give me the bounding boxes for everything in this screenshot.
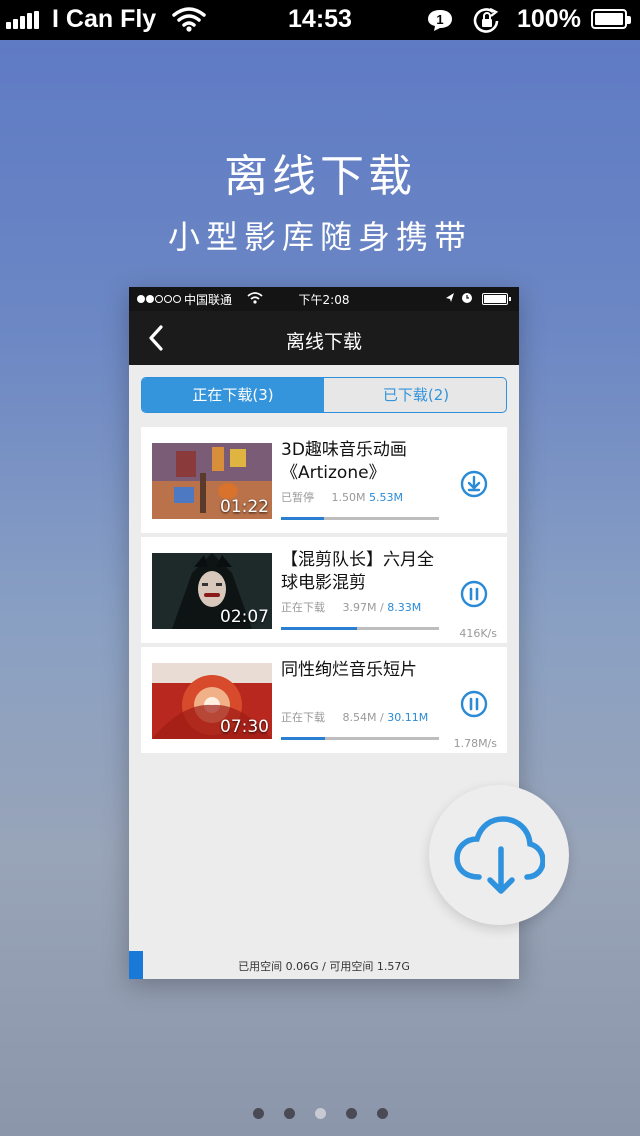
battery-percent: 100% bbox=[517, 5, 581, 33]
download-meta: 正在下载 3.97M / 8.33M bbox=[281, 599, 451, 615]
video-thumbnail: 07:30 bbox=[152, 663, 272, 739]
tab-downloading[interactable]: 正在下载(3) bbox=[142, 378, 324, 412]
storage-separator: / bbox=[322, 960, 326, 973]
download-status: 正在下载 bbox=[281, 711, 325, 724]
free-label: 可用空间 bbox=[329, 960, 374, 973]
phone-battery-icon bbox=[482, 293, 511, 305]
progress-fill bbox=[281, 737, 326, 740]
downloaded-size: 3.97M bbox=[342, 601, 377, 614]
list-item[interactable]: 02:07 【混剪队长】六月全球电影混剪 正在下载 3.97M / 8.33M … bbox=[141, 537, 507, 643]
progress-bar bbox=[281, 517, 439, 520]
used-label: 已用空间 bbox=[238, 960, 283, 973]
free-value: 1.57G bbox=[376, 960, 410, 973]
list-item[interactable]: 01:22 3D趣味音乐动画《Artizone》 已暂停 1.50M 5.53M bbox=[141, 427, 507, 533]
video-duration: 01:22 bbox=[220, 497, 269, 517]
storage-bar: 已用空间 0.06G / 可用空间 1.57G bbox=[129, 951, 519, 979]
cloud-download-badge bbox=[429, 785, 569, 925]
progress-bar bbox=[281, 627, 439, 630]
page-dot[interactable] bbox=[252, 1108, 264, 1119]
download-speed: 416K/s bbox=[459, 627, 497, 640]
size-separator: / bbox=[379, 711, 384, 724]
notification-count: 1 bbox=[436, 12, 443, 27]
size-separator: / bbox=[379, 601, 384, 614]
download-status: 已暂停 bbox=[281, 491, 314, 504]
video-title: 同性绚烂音乐短片 bbox=[281, 660, 417, 680]
download-meta: 正在下载 8.54M / 30.11M bbox=[281, 709, 451, 725]
battery-icon bbox=[591, 9, 631, 29]
phone-status-bar: 中国联通 下午2:08 bbox=[129, 287, 519, 311]
downloaded-size: 1.50M bbox=[331, 491, 366, 504]
status-bar: I Can Fly 14:53 1 100% bbox=[0, 0, 640, 40]
progress-fill bbox=[281, 517, 324, 520]
page-dot[interactable] bbox=[283, 1108, 295, 1119]
page-indicator bbox=[0, 1104, 640, 1123]
cloud-download-icon bbox=[454, 816, 545, 894]
download-status: 正在下载 bbox=[281, 601, 325, 614]
progress-bar bbox=[281, 737, 439, 740]
used-value: 0.06G bbox=[285, 960, 319, 973]
rotation-lock-icon bbox=[473, 7, 499, 33]
page-subtitle: 小型影库随身携带 bbox=[167, 218, 472, 256]
page-dot[interactable] bbox=[376, 1108, 388, 1119]
download-speed: 1.78M/s bbox=[453, 737, 497, 750]
list-item[interactable]: 07:30 同性绚烂音乐短片 正在下载 8.54M / 30.11M 1.78M… bbox=[141, 647, 507, 753]
location-alarm-icons bbox=[445, 292, 475, 307]
video-duration: 07:30 bbox=[220, 717, 269, 737]
download-icon[interactable] bbox=[459, 469, 489, 499]
video-title: 【混剪队长】六月全球电影混剪 bbox=[281, 550, 434, 593]
video-duration: 02:07 bbox=[220, 607, 269, 627]
total-size: 8.33M bbox=[387, 601, 422, 614]
video-thumbnail: 01:22 bbox=[152, 443, 272, 519]
downloaded-size: 8.54M bbox=[342, 711, 377, 724]
total-size: 30.11M bbox=[387, 711, 429, 724]
page-title: 离线下载 bbox=[224, 151, 416, 202]
video-title: 3D趣味音乐动画《Artizone》 bbox=[281, 440, 407, 483]
storage-text: 已用空间 0.06G / 可用空间 1.57G bbox=[129, 958, 519, 974]
download-meta: 已暂停 1.50M 5.53M bbox=[281, 489, 451, 505]
progress-fill bbox=[281, 627, 357, 630]
page-dot[interactable] bbox=[345, 1108, 357, 1119]
pause-icon[interactable] bbox=[459, 689, 489, 719]
pause-icon[interactable] bbox=[459, 579, 489, 609]
nav-title: 离线下载 bbox=[285, 331, 362, 353]
page-dot-current[interactable] bbox=[314, 1108, 326, 1119]
message-bubble-icon: 1 bbox=[428, 10, 452, 31]
video-thumbnail: 02:07 bbox=[152, 553, 272, 629]
total-size: 5.53M bbox=[368, 491, 403, 504]
tab-downloaded[interactable]: 已下载(2) bbox=[325, 378, 506, 412]
nav-bar: 离线下载 bbox=[129, 311, 519, 365]
download-tabs: 正在下载(3) 已下载(2) bbox=[141, 377, 507, 413]
